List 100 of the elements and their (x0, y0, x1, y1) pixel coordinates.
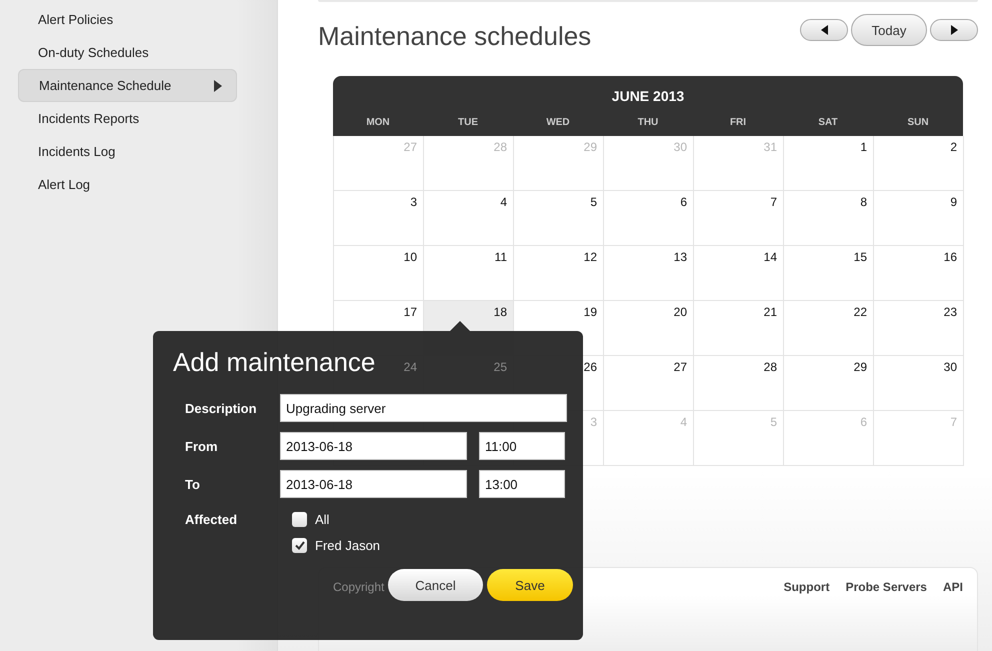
day-number: 25 (494, 360, 507, 374)
weekday-label: SAT (818, 117, 838, 128)
page-title: Maintenance schedules (318, 21, 592, 52)
day-cell[interactable]: 28 (694, 356, 784, 411)
day-cell[interactable]: 27 (604, 356, 694, 411)
day-number: 31 (764, 140, 777, 154)
input-field[interactable]: Upgrading server (280, 394, 567, 422)
day-number: 12 (584, 250, 597, 264)
day-number: 9 (950, 195, 957, 209)
day-cell[interactable]: 2 (874, 136, 964, 191)
day-cell[interactable]: 15 (784, 246, 874, 301)
day-number: 8 (860, 195, 867, 209)
input-field[interactable]: 2013-06-18 (280, 432, 467, 460)
checkbox-label: Fred Jason (315, 538, 380, 553)
field-label: Affected (185, 512, 238, 527)
day-number: 29 (584, 140, 597, 154)
input-field[interactable]: 11:00 (479, 432, 565, 460)
day-number: 10 (404, 250, 417, 264)
day-cell[interactable]: 7 (694, 191, 784, 246)
weekday-label: SUN (907, 117, 929, 128)
day-number: 4 (500, 195, 507, 209)
day-number: 5 (770, 415, 777, 429)
weekday-label: FRI (730, 117, 746, 128)
day-number: 15 (854, 250, 867, 264)
sidebar-item[interactable]: On-duty Schedules (18, 36, 237, 69)
field-label: To (185, 476, 201, 492)
day-number: 20 (674, 305, 687, 319)
sidebar-item[interactable]: Maintenance Schedule (18, 69, 237, 102)
footer-link[interactable]: API (942, 580, 963, 594)
sidebar-item[interactable]: Incidents Log (18, 135, 237, 168)
day-number: 3 (590, 415, 597, 429)
day-number: 5 (590, 195, 597, 209)
day-number: 23 (944, 305, 957, 319)
sidebar-item[interactable]: Alert Policies (18, 3, 237, 36)
today-button[interactable]: Today (851, 14, 927, 46)
day-number: 6 (860, 415, 867, 429)
day-number: 7 (770, 195, 777, 209)
day-cell[interactable]: 5 (514, 191, 604, 246)
day-number: 4 (680, 415, 687, 429)
day-cell[interactable]: 12 (514, 246, 604, 301)
day-number: 2 (950, 140, 957, 154)
day-number: 1 (860, 140, 867, 154)
day-number: 17 (404, 305, 417, 319)
day-cell[interactable]: 10 (334, 246, 424, 301)
right-triangle-icon (950, 25, 958, 35)
copyright-text: Copyright (333, 580, 384, 594)
day-cell[interactable]: 9 (874, 191, 964, 246)
day-cell[interactable]: 8 (784, 191, 874, 246)
day-number: 7 (950, 415, 957, 429)
day-cell[interactable]: 1 (784, 136, 874, 191)
save-button[interactable]: Save (487, 569, 573, 601)
checkbox[interactable] (292, 512, 307, 527)
day-number: 28 (494, 140, 507, 154)
input-field[interactable]: 13:00 (479, 470, 565, 498)
left-triangle-icon (820, 25, 828, 35)
day-cell[interactable]: 11 (424, 246, 514, 301)
day-cell[interactable]: 29 (784, 356, 874, 411)
day-cell[interactable]: 6 (604, 191, 694, 246)
day-number: 18 (494, 305, 507, 319)
next-button[interactable] (930, 19, 978, 41)
footer-link[interactable]: Support (784, 580, 830, 594)
day-cell[interactable]: 3 (334, 191, 424, 246)
day-number: 27 (404, 140, 417, 154)
day-cell[interactable]: 16 (874, 246, 964, 301)
day-number: 14 (764, 250, 777, 264)
day-cell[interactable]: 4 (424, 191, 514, 246)
sidebar-item[interactable]: Incidents Reports (18, 102, 237, 135)
day-number: 3 (410, 195, 417, 209)
checkbox[interactable] (292, 538, 307, 553)
weekday-label: TUE (458, 117, 478, 128)
day-number: 26 (584, 360, 597, 374)
day-number: 30 (674, 140, 687, 154)
day-number: 13 (674, 250, 687, 264)
day-cell[interactable]: 20 (604, 301, 694, 356)
day-cell[interactable]: 22 (784, 301, 874, 356)
month-label: JUNE 2013 (610, 88, 686, 104)
right-triangle-icon (214, 80, 222, 92)
field-label: Description (185, 400, 258, 416)
day-number: 27 (674, 360, 687, 374)
sidebar-item[interactable]: Alert Log (18, 168, 237, 201)
day-number: 19 (584, 305, 597, 319)
cancel-button[interactable]: Cancel (388, 569, 483, 601)
day-cell[interactable]: 21 (694, 301, 784, 356)
day-cell[interactable]: 14 (694, 246, 784, 301)
field-label: From (185, 438, 218, 454)
day-number: 16 (944, 250, 957, 264)
day-cell[interactable]: 23 (874, 301, 964, 356)
weekday-label: WED (546, 117, 570, 128)
day-number: 28 (764, 360, 777, 374)
day-cell[interactable]: 13 (604, 246, 694, 301)
weekday-label: MON (366, 117, 390, 128)
footer-link[interactable]: Probe Servers (846, 580, 927, 594)
day-number: 6 (680, 195, 687, 209)
day-cell[interactable]: 30 (874, 356, 964, 411)
day-number: 11 (494, 250, 507, 264)
input-field[interactable]: 2013-06-18 (280, 470, 467, 498)
checkbox-label: All (315, 512, 330, 527)
day-number: 29 (854, 360, 867, 374)
previous-button[interactable] (800, 19, 848, 41)
day-number: 30 (944, 360, 957, 374)
